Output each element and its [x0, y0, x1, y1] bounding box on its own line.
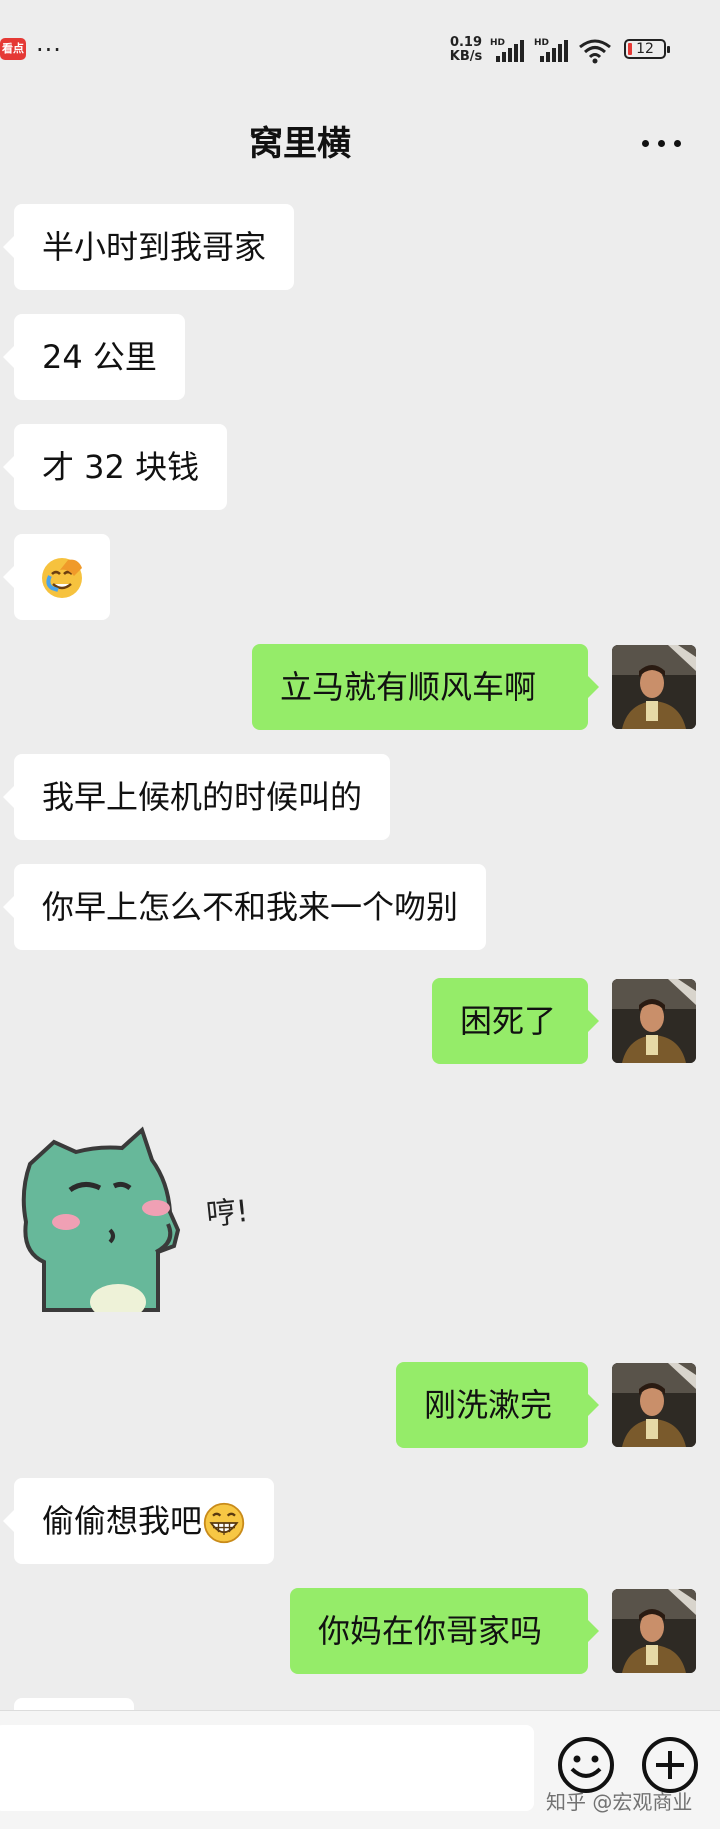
status-bar: 看点 ··· 0.19 KB/s HD HD 12	[0, 0, 720, 100]
incoming-message-partial[interactable]	[14, 1698, 134, 1710]
hd-label: HD	[490, 38, 506, 48]
avatar-image	[612, 979, 696, 1063]
network-speed-unit: KB/s	[449, 49, 483, 64]
incoming-message[interactable]: 才 32 块钱	[2, 424, 228, 510]
wifi-icon	[579, 39, 611, 64]
outgoing-message[interactable]: 困死了	[432, 978, 599, 1064]
network-speed-value: 0.19	[449, 35, 483, 50]
network-speed: 0.19 KB/s	[446, 36, 486, 64]
sticker-caption: 哼!	[204, 1193, 251, 1234]
outgoing-message[interactable]: 刚洗漱完	[396, 1362, 599, 1448]
signal-icon: HD	[534, 38, 570, 62]
outgoing-message[interactable]: 立马就有顺风车啊	[252, 644, 599, 730]
message-list[interactable]: 半小时到我哥家 24 公里 才 32 块钱 立马就有顺风车啊 我早上候机的时候叫…	[0, 182, 720, 1710]
battery-level: 12	[636, 41, 654, 57]
incoming-message[interactable]: 我早上候机的时候叫的	[2, 754, 391, 840]
incoming-message[interactable]: 你早上怎么不和我来一个吻别	[2, 864, 487, 950]
chat-title: 窝里横	[249, 124, 351, 164]
avatar-image	[612, 1363, 696, 1447]
incoming-emoji-message[interactable]	[3, 534, 110, 620]
user-avatar[interactable]	[612, 979, 696, 1063]
chat-header: 窝里横	[0, 100, 720, 182]
hd-label: HD	[534, 38, 550, 48]
more-dots-icon[interactable]	[632, 124, 692, 164]
face-with-hand-icon	[42, 558, 82, 598]
message-input[interactable]	[0, 1725, 534, 1811]
chat-screen: 看点 ··· 0.19 KB/s HD HD 12 窝里横 半小时到我哥家 24…	[0, 0, 720, 1829]
user-avatar[interactable]	[612, 645, 696, 729]
app-badge-icon: 看点	[0, 38, 26, 60]
battery-icon: 12	[624, 39, 670, 59]
incoming-message[interactable]: 24 公里	[3, 314, 185, 400]
user-avatar[interactable]	[612, 1363, 696, 1447]
green-cat-sticker[interactable]: 哼!	[18, 1112, 268, 1320]
watermark: 知乎 @宏观商业	[546, 1790, 693, 1814]
avatar-image	[612, 1589, 696, 1673]
incoming-message[interactable]: 半小时到我哥家	[2, 204, 295, 290]
signal-icon: HD	[490, 38, 526, 62]
user-avatar[interactable]	[612, 1589, 696, 1673]
outgoing-message[interactable]: 你妈在你哥家吗	[290, 1588, 599, 1674]
message-text: 偷偷想我吧	[42, 1502, 203, 1540]
avatar-image	[612, 645, 696, 729]
notification-dots: ···	[36, 36, 62, 64]
grin-emoji-icon	[203, 1502, 245, 1544]
incoming-message[interactable]: 偷偷想我吧	[2, 1478, 275, 1564]
